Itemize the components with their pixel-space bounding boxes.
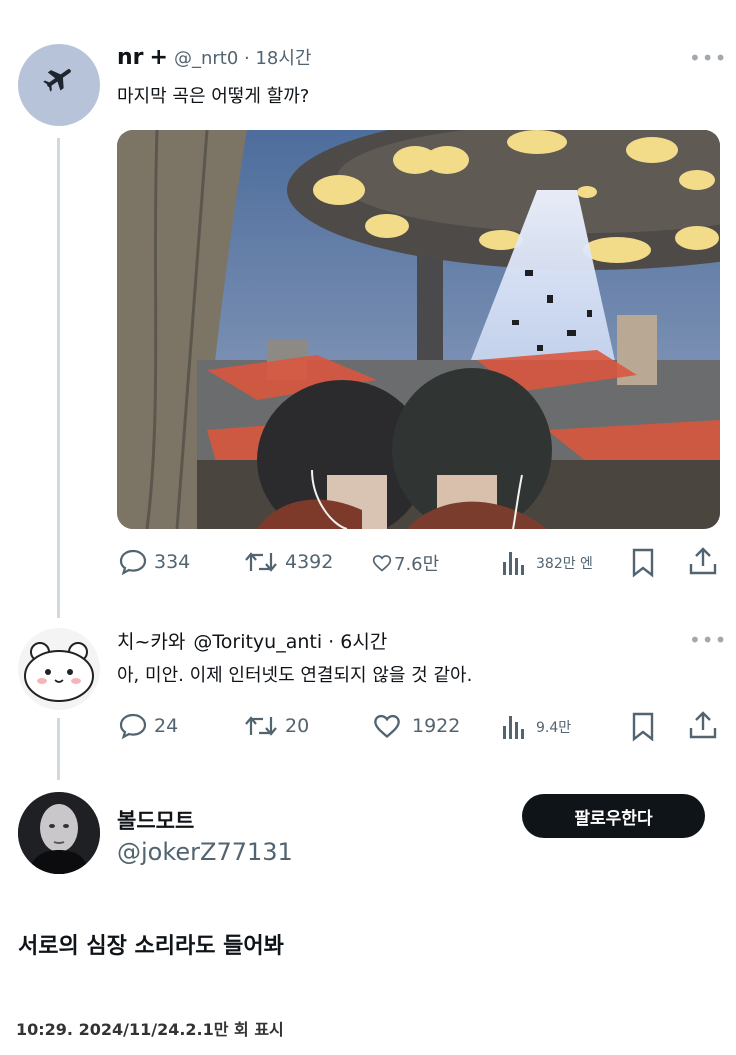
like-count: 1922 [412,715,461,737]
retweet-count: 4392 [285,551,334,573]
views-count: 9.4만 [536,720,572,736]
bookmark-icon [632,712,654,742]
retweet-count: 20 [285,715,310,737]
plus-icon: + [149,45,168,70]
like-button[interactable]: 7.6만 [372,550,439,576]
chikawa-face-icon [24,642,94,702]
tweet2-header: 치~카와 @Torityu_anti · 6시간 [117,627,387,654]
bookmark-button[interactable] [631,712,655,746]
bookmark-icon [632,548,654,578]
heart-icon [372,555,392,572]
share-icon [689,547,717,575]
reply-button[interactable]: 334 [118,548,190,576]
more-options-icon[interactable]: ••• [689,628,727,652]
avatar-voldemort[interactable] [18,792,100,874]
author-handle[interactable]: @jokerZ77131 [117,838,293,866]
views-count: 382만 엔 [536,556,593,572]
tweet1-header: nr + @_nrt0 · 18시간 [117,44,311,70]
views-button[interactable]: 382만 엔 [502,550,593,576]
author-name[interactable]: nr [117,45,144,70]
share-button[interactable] [688,710,718,744]
airplane-icon [43,69,71,92]
like-button[interactable]: 1922 [372,712,460,740]
handle-time[interactable]: @_nrt0 · 18시간 [174,44,312,70]
tweet-text: 서로의 심장 소리라도 들어봐 [18,934,284,959]
handle-time[interactable]: @Torityu_anti · 6시간 [193,627,387,654]
retweet-button[interactable]: 4392 [243,548,333,576]
tweet-image[interactable] [117,130,720,529]
tweet-timestamp[interactable]: 10:29. 2024/11/24.2.1만 회 표시 [16,1016,284,1040]
retweet-button[interactable]: 20 [243,712,309,740]
avatar-chikawa[interactable] [18,628,100,710]
author-name[interactable]: 볼드모트 [117,805,194,835]
share-icon [689,711,717,739]
views-icon [503,716,524,739]
avatar-nr[interactable] [18,44,100,126]
tweet-text: 마지막 곡은 어떻게 할까? [117,86,310,107]
more-options-icon[interactable]: ••• [689,46,727,70]
follow-button[interactable]: 팔로우한다 [522,794,705,838]
thread-line-2 [57,718,60,780]
thread-line-1 [57,138,60,618]
views-icon [503,552,524,575]
retweet-icon [245,552,277,572]
reply-icon [119,549,147,576]
share-button[interactable] [688,546,718,580]
tweet-text: 아, 미안. 이제 인터넷도 연결되지 않을 것 같아. [117,665,473,686]
reply-button[interactable]: 24 [118,712,178,740]
retweet-icon [245,716,277,736]
heart-icon [374,714,400,739]
author-name[interactable]: 치~카와 [117,627,185,654]
like-count: 7.6만 [394,554,440,575]
portrait-icon [18,792,100,874]
reply-count: 24 [154,715,179,737]
reply-icon [119,713,147,740]
views-button[interactable]: 9.4만 [502,714,571,740]
ufo-illustration [117,130,720,529]
reply-count: 334 [154,551,191,573]
bookmark-button[interactable] [631,548,655,582]
